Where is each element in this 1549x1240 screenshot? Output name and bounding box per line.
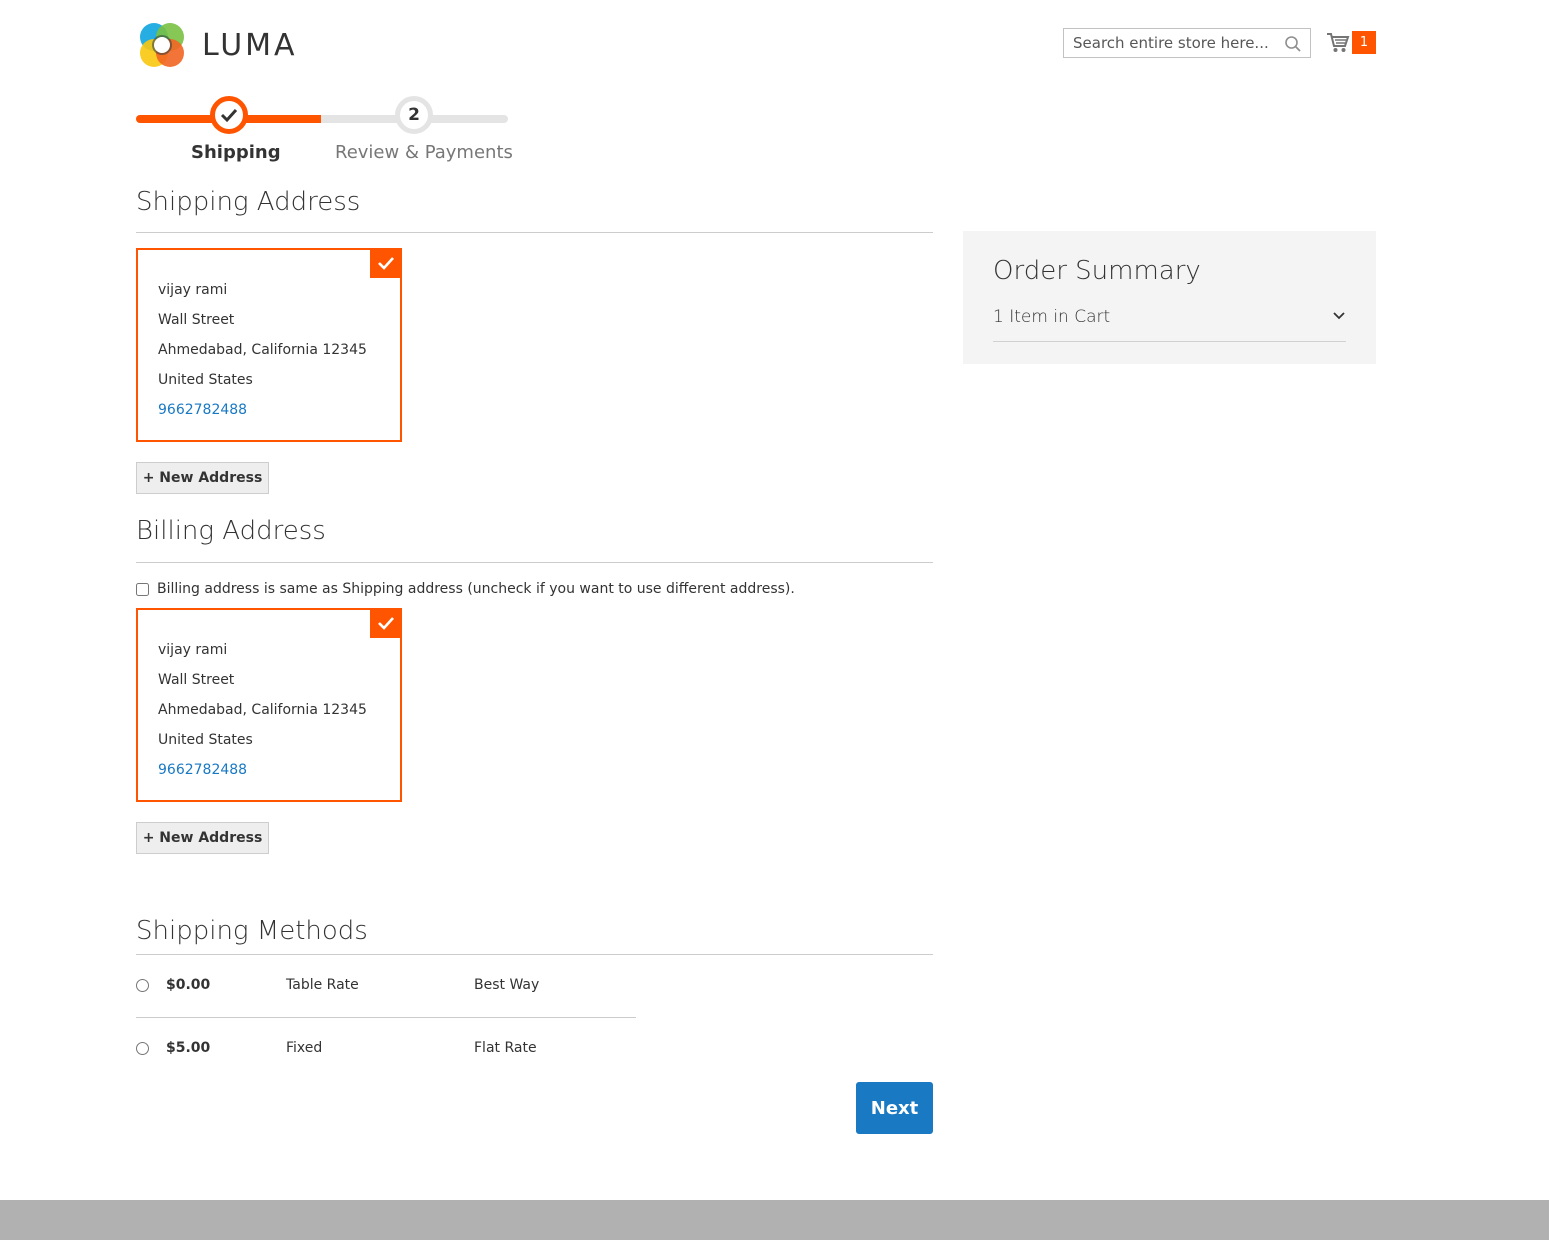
items-in-cart-label: 1 Item in Cart — [993, 307, 1111, 327]
method-name: Table Rate — [286, 977, 359, 993]
checkmark-icon — [378, 256, 394, 270]
chevron-down-icon — [1333, 312, 1345, 320]
order-summary-title: Order Summary — [993, 256, 1201, 286]
billing-same-checkbox[interactable] — [136, 582, 149, 596]
divider — [136, 232, 933, 233]
shipping-method-radio[interactable] — [136, 1041, 149, 1055]
new-billing-address-button[interactable]: + New Address — [136, 822, 269, 854]
billing-address-title: Billing Address — [136, 516, 326, 546]
address-country: United States — [158, 732, 253, 748]
address-country: United States — [158, 372, 253, 388]
search-input[interactable] — [1064, 34, 1273, 52]
page-footer — [0, 1200, 1549, 1240]
shipping-method-radio[interactable] — [136, 978, 149, 992]
store-logo[interactable]: LUMA — [136, 19, 306, 71]
step-review-indicator: 2 — [395, 96, 433, 134]
step-review-label[interactable]: Review & Payments — [335, 142, 513, 163]
search-icon[interactable] — [1284, 35, 1302, 53]
shipping-address-card[interactable]: vijay rami Wall Street Ahmedabad, Califo… — [136, 248, 402, 442]
address-street: Wall Street — [158, 312, 235, 328]
method-name: Fixed — [286, 1040, 323, 1056]
items-in-cart-toggle[interactable]: 1 Item in Cart — [993, 307, 1346, 342]
order-summary: Order Summary 1 Item in Cart — [963, 231, 1376, 364]
step-shipping-label: Shipping — [191, 142, 281, 163]
address-street: Wall Street — [158, 672, 235, 688]
shipping-method-row[interactable]: $5.00 Fixed Flat Rate — [136, 1028, 636, 1068]
address-name: vijay rami — [158, 282, 228, 298]
logo-text: LUMA — [202, 27, 298, 63]
address-phone-link[interactable]: 9662782488 — [158, 755, 400, 785]
cart-icon — [1327, 33, 1350, 52]
minicart-button[interactable]: 1 — [1326, 31, 1376, 57]
carrier-name: Flat Rate — [474, 1040, 537, 1056]
method-price: $5.00 — [166, 1040, 211, 1056]
search-box — [1063, 28, 1311, 58]
divider — [136, 1017, 636, 1018]
selected-badge — [370, 608, 402, 638]
shipping-methods-title: Shipping Methods — [136, 916, 368, 946]
selected-badge — [370, 248, 402, 278]
billing-same-as-shipping[interactable]: Billing address is same as Shipping addr… — [136, 581, 795, 597]
address-city: Ahmedabad, California 12345 — [158, 702, 367, 718]
shipping-method-row[interactable]: $0.00 Table Rate Best Way — [136, 965, 636, 1005]
next-button[interactable]: Next — [856, 1082, 933, 1134]
new-shipping-address-button[interactable]: + New Address — [136, 462, 269, 494]
address-phone-link[interactable]: 9662782488 — [158, 395, 400, 425]
step-shipping-indicator — [210, 96, 248, 134]
billing-address-card[interactable]: vijay rami Wall Street Ahmedabad, Califo… — [136, 608, 402, 802]
divider — [136, 954, 933, 955]
cart-count-badge: 1 — [1352, 31, 1376, 54]
checkmark-icon — [220, 108, 238, 123]
shipping-address-title: Shipping Address — [136, 187, 361, 217]
address-name: vijay rami — [158, 642, 228, 658]
method-price: $0.00 — [166, 977, 211, 993]
checkmark-icon — [378, 616, 394, 630]
luma-logo-icon — [140, 23, 184, 67]
address-city: Ahmedabad, California 12345 — [158, 342, 367, 358]
billing-same-label: Billing address is same as Shipping addr… — [157, 581, 795, 597]
divider — [136, 562, 933, 563]
carrier-name: Best Way — [474, 977, 540, 993]
